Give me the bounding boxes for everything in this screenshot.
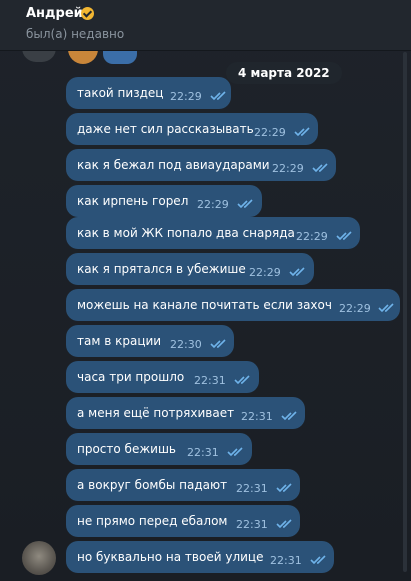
message-text: часа три прошло <box>77 370 185 384</box>
date-separator: 4 марта 2022 <box>226 62 342 84</box>
message-time: 22:31 <box>270 554 302 567</box>
contact-name[interactable]: Андрей <box>26 6 83 21</box>
message-time: 22:30 <box>170 338 202 351</box>
read-ticks-icon <box>289 267 305 277</box>
message-text: как я прятался в убежише <box>77 262 246 276</box>
message-time: 22:29 <box>296 230 328 243</box>
message-bubble[interactable]: там в крации 22:30 <box>66 325 234 357</box>
message-text: можешь на канале почитать если захоч <box>77 298 332 312</box>
message-bubble[interactable]: такой пиздец 22:29 <box>66 77 231 109</box>
read-ticks-icon <box>210 339 226 349</box>
message-text: как ирпень горел <box>77 194 189 208</box>
read-ticks-icon <box>310 555 326 565</box>
message-time: 22:29 <box>339 302 371 315</box>
read-ticks-icon <box>378 303 394 313</box>
read-ticks-icon <box>294 127 310 137</box>
message-bubble[interactable]: просто бежишь 22:31 <box>66 433 252 465</box>
message-time: 22:29 <box>197 198 229 211</box>
message-bubble[interactable]: можешь на канале почитать если захоч 22:… <box>66 289 400 321</box>
message-bubble[interactable]: но буквально на твоей улице 22:31 <box>66 541 334 573</box>
message-time: 22:31 <box>236 518 268 531</box>
message-text: как в мой ЖК попало два снаряда <box>77 226 295 240</box>
read-ticks-icon <box>276 483 292 493</box>
message-bubble[interactable]: а вокруг бомбы падают 22:31 <box>66 469 300 501</box>
read-ticks-icon <box>281 411 297 421</box>
message-time: 22:29 <box>249 266 281 279</box>
message-time: 22:31 <box>241 410 273 423</box>
message-text: там в крации <box>77 334 162 348</box>
read-ticks-icon <box>336 231 352 241</box>
message-text: такой пиздец <box>77 86 164 100</box>
message-bubble[interactable]: как ирпень горел 22:29 <box>66 185 262 217</box>
message-text: не прямо перед ебалом <box>77 514 228 528</box>
message-bubble[interactable]: как в мой ЖК попало два снаряда 22:29 <box>66 217 360 249</box>
message-time: 22:29 <box>272 162 304 175</box>
message-text: просто бежишь <box>77 442 176 456</box>
message-time: 22:31 <box>187 446 219 459</box>
message-text: даже нет сил рассказывать <box>77 122 254 136</box>
scrollbar[interactable] <box>403 52 407 572</box>
message-bubble[interactable]: часа три прошло 22:31 <box>66 361 259 393</box>
message-bubble[interactable]: даже нет сил рассказывать 22:29 <box>66 113 318 145</box>
verified-badge-icon <box>81 7 94 20</box>
message-bubble[interactable]: а меня ещё потряхивает 22:31 <box>66 397 305 429</box>
message-text: но буквально на твоей улице <box>77 550 264 564</box>
message-time: 22:31 <box>194 374 226 387</box>
read-ticks-icon <box>276 519 292 529</box>
read-ticks-icon <box>237 199 253 209</box>
message-text: а вокруг бомбы падают <box>77 478 228 492</box>
chat-header[interactable]: Андрей был(а) недавно <box>0 0 411 51</box>
read-ticks-icon <box>227 447 243 457</box>
message-time: 22:29 <box>254 126 286 139</box>
read-ticks-icon <box>312 163 328 173</box>
avatar[interactable] <box>22 541 56 575</box>
message-bubble[interactable]: не прямо перед ебалом 22:31 <box>66 505 300 537</box>
message-bubble[interactable]: как я бежал под авиаударами 22:29 <box>66 149 336 181</box>
message-time: 22:29 <box>170 90 202 103</box>
read-ticks-icon <box>234 375 250 385</box>
message-bubble[interactable]: как я прятался в убежише 22:29 <box>66 253 314 285</box>
message-time: 22:31 <box>236 482 268 495</box>
message-text: как я бежал под авиаударами <box>77 158 270 172</box>
message-text: а меня ещё потряхивает <box>77 406 235 420</box>
read-ticks-icon <box>210 91 226 101</box>
contact-status: был(а) недавно <box>26 27 125 41</box>
